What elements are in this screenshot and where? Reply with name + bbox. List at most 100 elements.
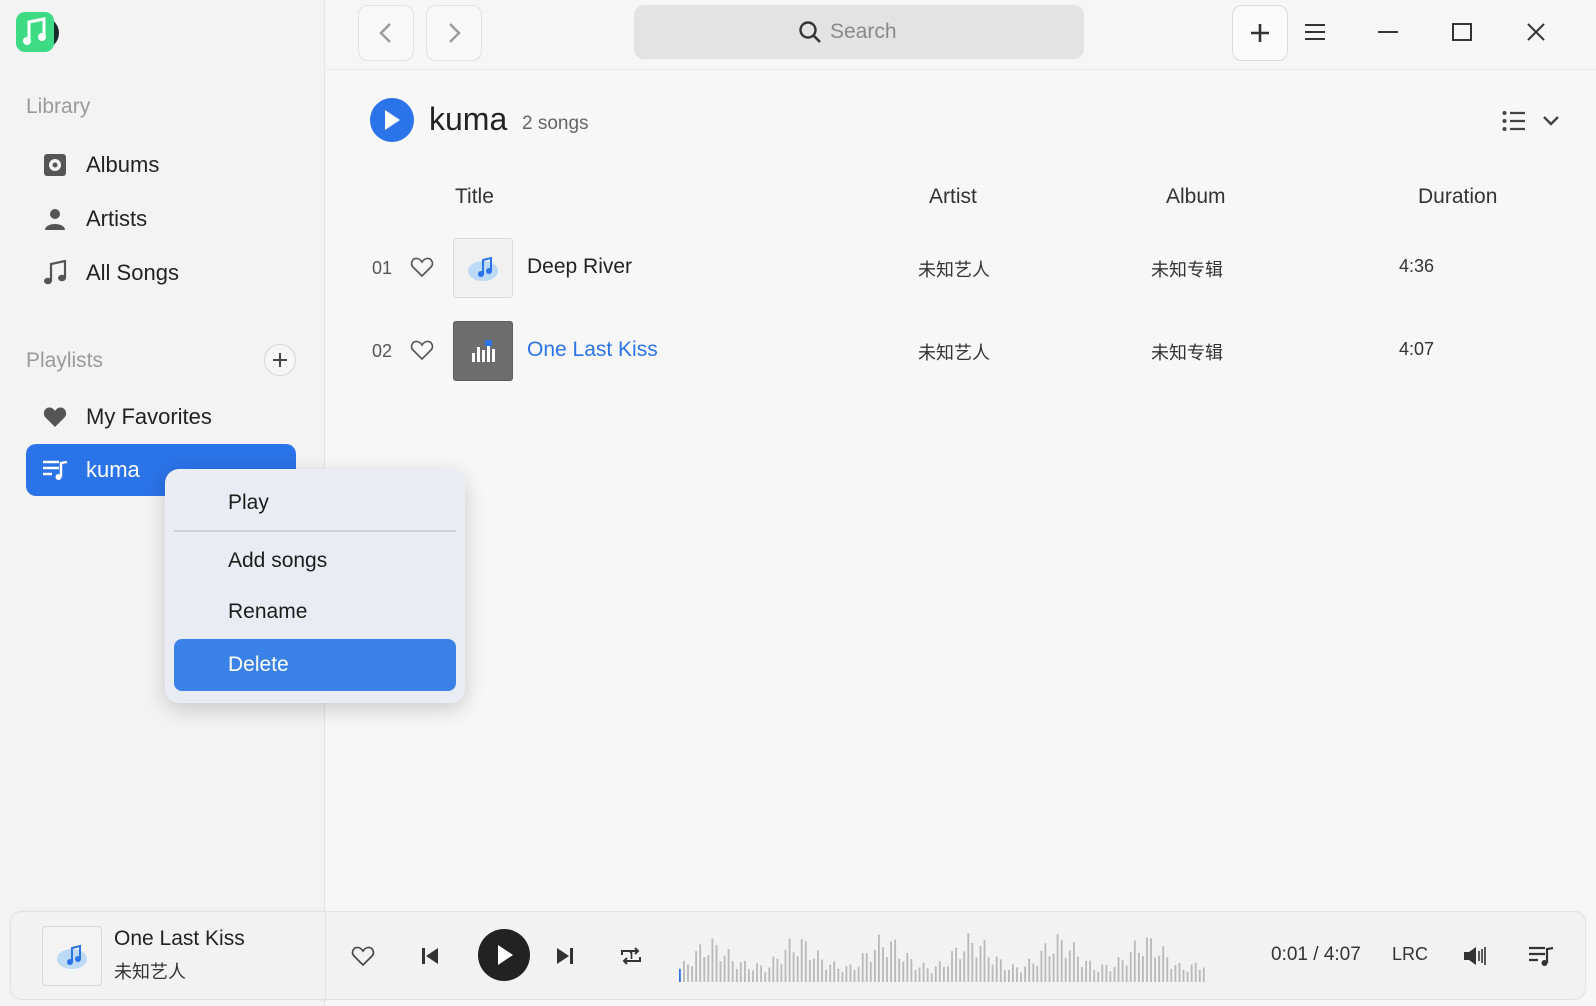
play-queue-button[interactable] (1527, 942, 1555, 970)
playback-time: 0:01 / 4:07 (1271, 944, 1361, 966)
play-pause-button[interactable] (478, 929, 530, 981)
next-button[interactable] (552, 943, 578, 969)
playlist-view: kuma 2 songs Title Artist Album Duration… (326, 71, 1596, 911)
song-count: 2 songs (522, 113, 589, 134)
minimize-button[interactable] (1366, 12, 1410, 52)
waveform-bar (857, 966, 860, 982)
now-playing-artist: 未知艺人 (114, 962, 186, 982)
favorite-heart-icon[interactable] (410, 339, 434, 366)
waveform-bar (796, 956, 799, 982)
waveform-bar (938, 961, 941, 982)
waveform-bar (784, 949, 787, 982)
chevron-left-icon (379, 23, 391, 43)
sidebar-item-albums[interactable]: Albums (26, 139, 296, 191)
waveform-bar (1028, 958, 1031, 982)
column-header-title[interactable]: Title (455, 185, 494, 209)
sidebar-item-label: kuma (86, 457, 140, 482)
waveform-bar (1109, 971, 1112, 982)
view-mode-toggle[interactable] (1502, 105, 1592, 137)
waveform-bar (882, 947, 884, 982)
album-icon (42, 152, 68, 178)
waveform-bar (878, 934, 880, 982)
waveform-bar (930, 973, 933, 982)
waveform-bar (983, 940, 986, 982)
waveform-bar (723, 955, 726, 982)
now-playing-cover-icon[interactable] (42, 926, 102, 986)
waveform-bar (735, 968, 738, 982)
waveform-bar (861, 953, 864, 982)
waveform-bar (971, 943, 974, 982)
repeat-icon (621, 947, 641, 965)
menu-item-add-songs[interactable]: Add songs (174, 535, 456, 587)
waveform-bar (1117, 957, 1120, 982)
waveform-bar (1138, 952, 1140, 982)
waveform-bar (955, 947, 957, 982)
waveform-bar (833, 961, 836, 982)
waveform-bar (934, 966, 937, 982)
menu-item-delete[interactable]: Delete (174, 639, 456, 691)
previous-button[interactable] (417, 943, 443, 969)
waveform-bar (1060, 939, 1063, 982)
song-row[interactable]: 02 One Last Kiss 未知艺人 未知专辑 4:07 (372, 321, 1572, 383)
waveform-bar (792, 952, 795, 982)
waveform-bar (1105, 964, 1108, 982)
play-icon (385, 110, 400, 130)
lyrics-button[interactable]: LRC (1392, 944, 1428, 965)
song-row[interactable]: 01 Deep River 未知艺人 未知专辑 4:36 (372, 238, 1572, 300)
waveform-bar (1133, 940, 1136, 982)
waveform-bar (731, 961, 734, 982)
plus-icon (1251, 24, 1269, 42)
close-button[interactable] (1514, 12, 1558, 52)
sidebar-item-artists[interactable]: Artists (26, 193, 296, 245)
add-playlist-button[interactable] (264, 344, 296, 376)
waveform-bar (890, 941, 892, 982)
waveform-bar (1024, 966, 1026, 982)
waveform-bar (1052, 953, 1055, 982)
waveform-bar (1085, 960, 1087, 982)
waveform-bar (744, 960, 746, 982)
waveform-bar (804, 941, 807, 982)
repeat-button[interactable] (617, 942, 645, 970)
column-header-artist[interactable]: Artist (929, 185, 977, 209)
waveform-bar (1129, 951, 1132, 982)
plus-icon (273, 353, 287, 367)
waveform-bar (906, 953, 909, 982)
waveform-progress-slider[interactable] (679, 924, 1207, 984)
waveform-bar (1016, 967, 1018, 982)
search-box[interactable] (634, 5, 1084, 59)
song-title: One Last Kiss (527, 338, 658, 361)
sidebar-item-label: Albums (86, 152, 160, 177)
maximize-button[interactable] (1440, 12, 1484, 52)
column-header-album[interactable]: Album (1166, 185, 1226, 209)
add-button[interactable] (1232, 5, 1288, 61)
waveform-bar (817, 950, 819, 982)
sidebar-item-my-favorites[interactable]: My Favorites (26, 391, 296, 443)
search-input[interactable] (830, 20, 920, 44)
waveform-bar (886, 957, 888, 982)
waveform-bar (1077, 956, 1079, 982)
waveform-bar (922, 962, 925, 982)
now-playing-title: One Last Kiss (114, 927, 245, 950)
waveform-bar (975, 957, 978, 982)
menu-item-rename[interactable]: Rename (174, 586, 456, 638)
forward-button[interactable] (426, 5, 482, 61)
waveform-bar (679, 968, 681, 982)
waveform-bar (1040, 950, 1043, 982)
column-header-duration[interactable]: Duration (1418, 185, 1497, 209)
waveform-bar (1202, 967, 1205, 982)
favorite-heart-icon[interactable] (410, 256, 434, 283)
menu-item-play[interactable]: Play (174, 477, 456, 529)
waveform-bar (951, 951, 953, 982)
sidebar-item-all-songs[interactable]: All Songs (26, 247, 296, 299)
favorite-button[interactable] (349, 943, 377, 969)
waveform-bar (695, 951, 697, 982)
volume-button[interactable] (1461, 942, 1489, 970)
waveform-bar (683, 961, 685, 982)
play-all-button[interactable] (370, 98, 414, 142)
waveform-bar (1162, 946, 1165, 982)
back-button[interactable] (358, 5, 414, 61)
waveform-bar (1198, 969, 1201, 982)
waveform-bar (979, 945, 982, 982)
waveform-bar (748, 969, 750, 982)
main-menu-button[interactable] (1293, 12, 1337, 52)
